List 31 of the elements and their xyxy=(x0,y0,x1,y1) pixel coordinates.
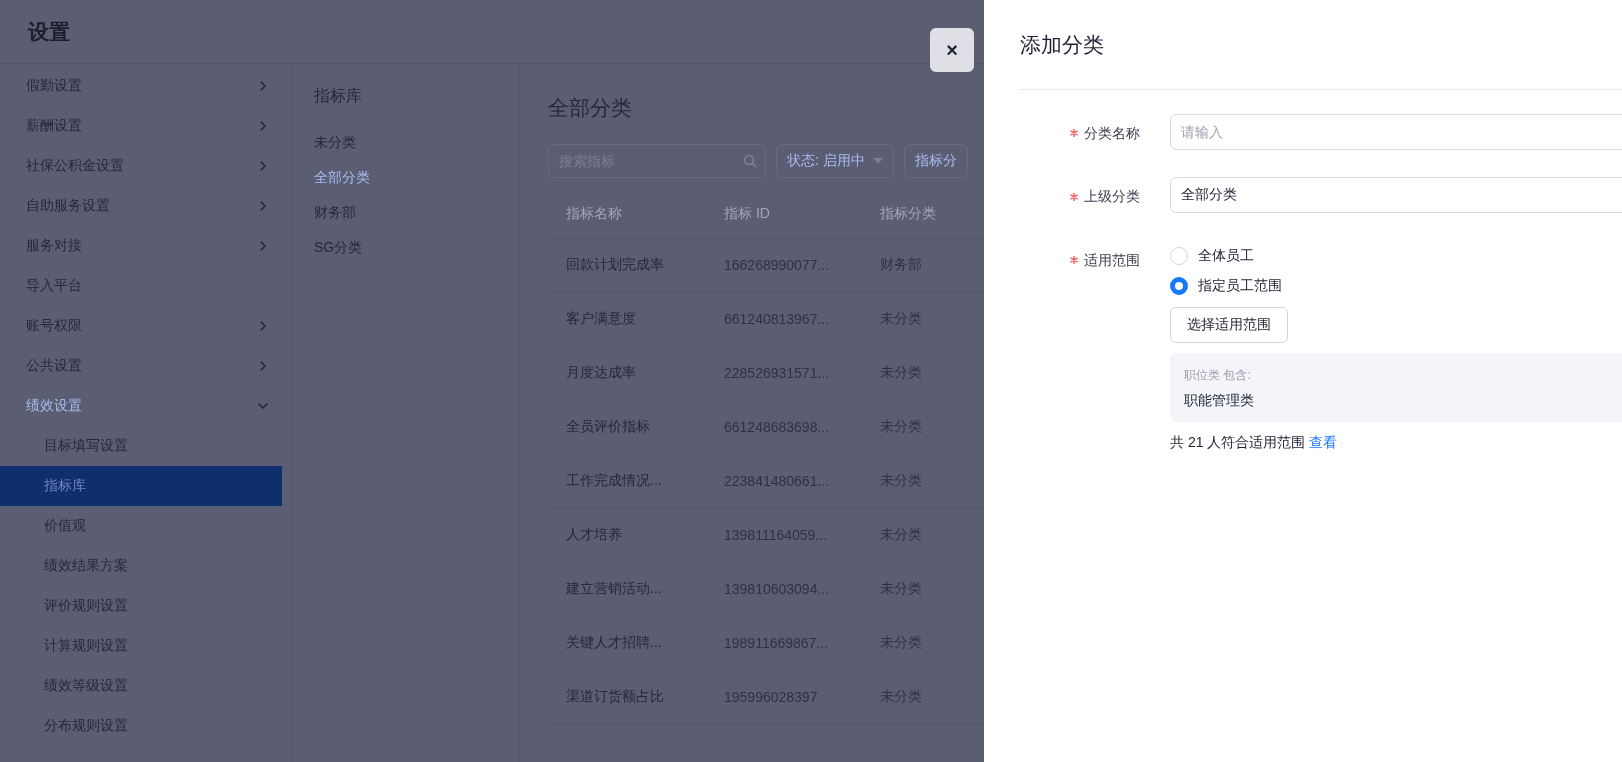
category-item[interactable]: 全部分类 xyxy=(314,160,519,195)
panel-title: 指标库 xyxy=(314,86,363,106)
drawer-title: 添加分类 xyxy=(1020,0,1622,90)
view-link[interactable]: 查看 xyxy=(1309,433,1338,452)
input-field[interactable]: 全部分类 xyxy=(1170,177,1622,214)
table-cell: 人才培养 xyxy=(548,508,706,562)
radio-option[interactable]: 指定员工范围 xyxy=(1170,270,1622,301)
column-header: 指标名称 xyxy=(548,190,706,238)
caret-icon xyxy=(872,158,883,164)
page-title: 设置 xyxy=(28,18,70,45)
radio-button[interactable] xyxy=(1170,276,1188,295)
sidebar-subitem[interactable]: 价值观 xyxy=(0,506,282,546)
scope-caption: 职位类 包含: xyxy=(1184,366,1252,384)
scope-summary: 共 21 人符合适用范围 xyxy=(1170,433,1306,452)
status-dropdown[interactable]: 状态: 启用中 xyxy=(776,144,894,178)
radio-label: 全体员工 xyxy=(1198,246,1254,265)
close-button[interactable]: × xyxy=(930,28,974,72)
section-title: 全部分类 xyxy=(548,95,633,121)
filter-button[interactable]: 指标分 xyxy=(903,144,968,178)
search-icon xyxy=(743,154,757,168)
select-scope-button[interactable]: 选择适用范围 xyxy=(1170,306,1288,343)
field-label: 上级分类 xyxy=(1084,188,1140,205)
input-field[interactable]: 请输入 xyxy=(1170,114,1622,150)
column-header: 指标 ID xyxy=(706,190,862,238)
sidebar-subitem[interactable]: 指标库 xyxy=(0,466,282,506)
sidebar-item[interactable]: 绩效设置 xyxy=(0,386,291,426)
field-label: 适用范围 xyxy=(1084,251,1140,268)
radio-option[interactable]: 全体员工 xyxy=(1170,240,1622,271)
scope-value: 职能管理类 xyxy=(1184,391,1255,410)
radio-label: 指定员工范围 xyxy=(1198,276,1282,295)
field-label: 分类名称 xyxy=(1084,125,1140,142)
